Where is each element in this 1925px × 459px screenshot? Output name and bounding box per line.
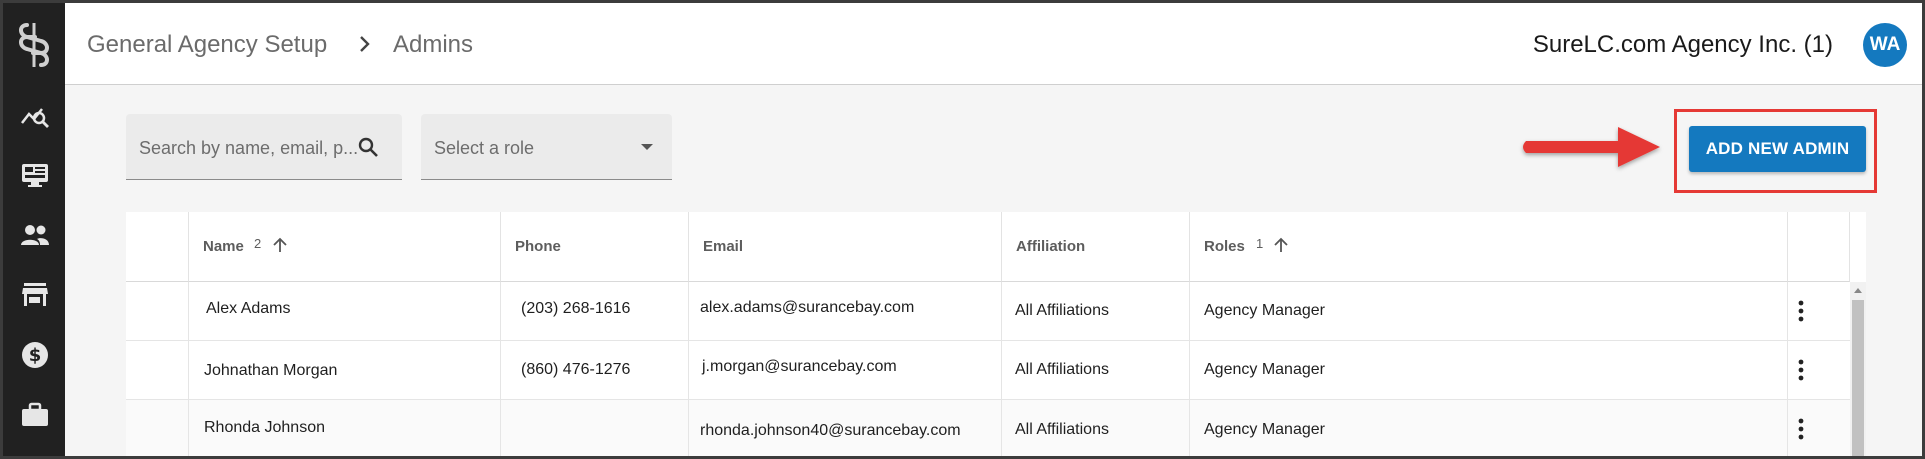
affiliation-cell: All Affiliations <box>1002 400 1190 456</box>
email-cell: alex.adams@surancebay.com <box>689 282 1002 341</box>
admin-affiliation: All Affiliations <box>1015 302 1109 319</box>
select-cell <box>126 282 189 341</box>
more-vert-icon[interactable] <box>1789 416 1813 442</box>
app-window: $ General Agency Setup Admins SureLC.com… <box>0 0 1925 459</box>
name-cell: Rhonda Johnson <box>189 400 501 456</box>
admin-name[interactable]: Rhonda Johnson <box>204 419 325 437</box>
breadcrumb-general-agency-setup[interactable]: General Agency Setup <box>87 31 327 59</box>
role-cell: Agency Manager <box>1190 282 1788 341</box>
admin-name[interactable]: Johnathan Morgan <box>204 362 337 380</box>
select-cell <box>126 341 189 400</box>
admin-phone: (860) 476-1276 <box>521 361 631 378</box>
dropdown-arrow-icon[interactable] <box>635 135 659 159</box>
scrollbar-thumb[interactable] <box>1852 300 1864 456</box>
admin-phone: (203) 268-1616 <box>521 300 631 317</box>
select-column-header <box>126 212 189 282</box>
breadcrumb-admins: Admins <box>393 31 474 58</box>
name-cell: Johnathan Morgan <box>189 341 501 400</box>
red-arrow-annotation <box>1523 127 1660 167</box>
admin-email: j.morgan@surancebay.com <box>702 358 897 375</box>
desktop-dashboard-icon[interactable] <box>20 160 50 190</box>
top-header: General Agency Setup Admins SureLC.com A… <box>65 3 1922 85</box>
agency-name: SureLC.com Agency Inc. (1) <box>1532 31 1833 58</box>
role-cell: Agency Manager <box>1190 400 1788 456</box>
role-cell: Agency Manager <box>1190 341 1788 400</box>
dollar-icon[interactable]: $ <box>20 340 50 370</box>
actions-column-header <box>1788 212 1850 282</box>
column-header-label: Email <box>703 238 744 255</box>
analytics-search-icon[interactable] <box>20 101 50 131</box>
admin-name[interactable]: Alex Adams <box>206 300 290 318</box>
column-header-email[interactable]: Email <box>689 212 1002 282</box>
scroll-up-icon[interactable] <box>1853 286 1863 294</box>
admin-role: Agency Manager <box>1204 302 1325 319</box>
storefront-icon[interactable] <box>20 280 50 310</box>
people-icon[interactable] <box>20 220 50 250</box>
select-cell <box>126 400 189 456</box>
search-field[interactable]: Search by name, email, p... <box>126 114 402 180</box>
email-cell: j.morgan@surancebay.com <box>689 341 1002 400</box>
role-select-value: Select a role <box>434 138 535 158</box>
admin-role: Agency Manager <box>1204 421 1325 438</box>
svg-text:$: $ <box>29 345 42 366</box>
email-cell: rhonda.johnson40@surancebay.com <box>689 400 1002 456</box>
column-header-label: Name <box>203 238 244 255</box>
user-avatar[interactable]: WA <box>1863 23 1907 67</box>
chevron-right-icon <box>360 36 370 52</box>
phone-cell: (860) 476-1276 <box>501 341 689 400</box>
phone-cell: (203) 268-1616 <box>501 282 689 341</box>
admin-role: Agency Manager <box>1204 361 1325 378</box>
sort-order-badge: 2 <box>254 236 262 251</box>
more-vert-icon[interactable] <box>1789 298 1813 324</box>
column-header-affiliation[interactable]: Affiliation <box>1002 212 1190 282</box>
arrow-up-icon[interactable] <box>1272 236 1290 254</box>
add-new-admin-button[interactable]: ADD NEW ADMIN <box>1689 126 1866 172</box>
column-header-roles[interactable]: Roles 1 <box>1190 212 1788 282</box>
briefcase-icon[interactable] <box>20 400 50 430</box>
admins-table: Name 2 Phone Email Affiliation Roles 1 A… <box>126 212 1866 456</box>
affiliation-cell: All Affiliations <box>1002 341 1190 400</box>
more-vert-icon[interactable] <box>1789 357 1813 383</box>
table-row[interactable]: Alex Adams (203) 268-1616 alex.adams@sur… <box>126 282 1850 341</box>
search-input[interactable]: Search by name, email, p... <box>139 138 358 159</box>
sidebar: $ <box>3 3 65 456</box>
table-scrollbar[interactable] <box>1850 282 1866 456</box>
role-select[interactable]: Select a role <box>421 114 672 180</box>
table-row[interactable]: Rhonda Johnson rhonda.johnson40@suranceb… <box>126 400 1850 456</box>
affiliation-cell: All Affiliations <box>1002 282 1190 341</box>
column-header-name[interactable]: Name 2 <box>189 212 501 282</box>
surelc-logo-icon[interactable] <box>13 21 55 69</box>
sort-order-badge: 1 <box>1256 236 1264 251</box>
table-row[interactable]: Johnathan Morgan (860) 476-1276 j.morgan… <box>126 341 1850 400</box>
admin-email: alex.adams@surancebay.com <box>700 299 915 316</box>
admin-affiliation: All Affiliations <box>1015 361 1109 378</box>
column-header-label: Phone <box>515 238 561 255</box>
search-icon[interactable] <box>356 135 380 159</box>
column-header-phone[interactable]: Phone <box>501 212 689 282</box>
name-cell: Alex Adams <box>189 282 501 341</box>
admin-email: rhonda.johnson40@surancebay.com <box>700 422 961 439</box>
phone-cell <box>501 400 689 456</box>
column-header-label: Affiliation <box>1016 238 1086 255</box>
admin-affiliation: All Affiliations <box>1015 421 1109 438</box>
column-header-label: Roles <box>1204 238 1245 255</box>
arrow-up-icon[interactable] <box>271 236 289 254</box>
